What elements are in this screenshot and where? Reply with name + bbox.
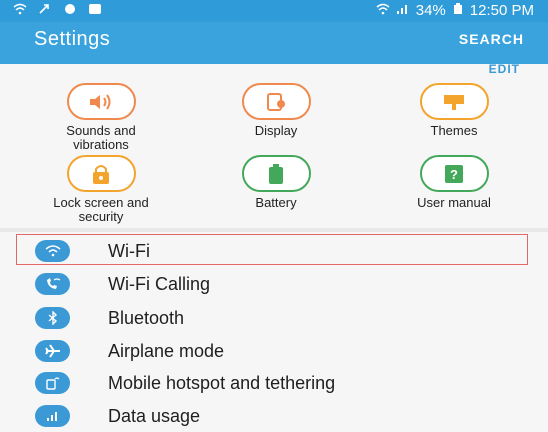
- section-divider: [0, 228, 548, 232]
- clock: 12:50 PM: [469, 2, 534, 19]
- list-item-bluetooth[interactable]: Bluetooth: [0, 302, 548, 334]
- wifi-calling-icon: [35, 273, 70, 295]
- list-item-label: Data usage: [108, 405, 201, 426]
- status-indicators: 34% 12:50 PM: [376, 2, 534, 19]
- edit-button[interactable]: EDIT: [489, 62, 520, 76]
- list-item-label: Wi-Fi: [108, 240, 150, 261]
- airplane-icon: [35, 340, 70, 362]
- list-item-wifi-calling[interactable]: Wi-Fi Calling: [0, 268, 548, 300]
- tile-label-line2: security: [78, 209, 124, 224]
- bluetooth-icon: [35, 307, 70, 329]
- tile-label-line2: vibrations: [73, 137, 129, 152]
- tile-label-line1: Lock screen and: [53, 195, 149, 210]
- themes-icon: [419, 83, 489, 120]
- svg-text:?: ?: [450, 167, 458, 182]
- battery-icon: [452, 2, 464, 19]
- list-item-airplane-mode[interactable]: Airplane mode: [0, 335, 548, 367]
- tile-display[interactable]: Display: [196, 83, 356, 138]
- hotspot-icon: [35, 372, 70, 394]
- wifi-status-icon: [376, 2, 390, 19]
- tile-label-line1: Display: [254, 123, 298, 138]
- search-button[interactable]: SEARCH: [459, 31, 524, 47]
- manual-icon: ?: [419, 155, 489, 192]
- notification-icons: [12, 2, 103, 16]
- list-item-mobile-hotspot[interactable]: Mobile hotspot and tethering: [0, 367, 548, 399]
- cell-signal-icon: [396, 2, 410, 19]
- list-item-label: Wi-Fi Calling: [108, 273, 211, 294]
- page-title: Settings: [34, 28, 111, 50]
- tile-label-line1: Themes: [430, 123, 478, 138]
- message-icon: [62, 2, 78, 16]
- list-item-label: Bluetooth: [108, 307, 185, 328]
- display-icon: [241, 83, 311, 120]
- tile-label-line1: Sounds and: [66, 123, 136, 138]
- tile-lock-screen-and-security[interactable]: Lock screen and security: [21, 155, 181, 224]
- tile-user-manual[interactable]: ? User manual: [374, 155, 534, 210]
- battery-percent: 34%: [415, 2, 446, 19]
- app-notification-icon: [87, 2, 103, 16]
- tile-battery[interactable]: Battery: [196, 155, 356, 210]
- app-bar: Settings SEARCH: [0, 22, 548, 64]
- tile-label-line1: Battery: [255, 195, 297, 210]
- data-usage-icon: [35, 405, 70, 427]
- list-item-data-usage[interactable]: Data usage: [0, 400, 548, 432]
- speaker-icon: [66, 83, 136, 120]
- battery-icon: [241, 155, 311, 192]
- lock-icon: [66, 155, 136, 192]
- list-item-label: Airplane mode: [108, 340, 225, 361]
- tile-sounds-and-vibrations[interactable]: Sounds and vibrations: [21, 83, 181, 152]
- wifi-icon: [35, 240, 70, 262]
- status-bar: 34% 12:50 PM: [0, 0, 548, 22]
- wifi-signal-icon: [12, 2, 28, 16]
- tile-label-line1: User manual: [417, 195, 491, 210]
- missed-call-icon: [37, 2, 53, 16]
- list-item-label: Mobile hotspot and tethering: [108, 372, 336, 393]
- tile-themes[interactable]: Themes: [374, 83, 534, 138]
- list-item-wifi[interactable]: Wi-Fi: [0, 235, 548, 267]
